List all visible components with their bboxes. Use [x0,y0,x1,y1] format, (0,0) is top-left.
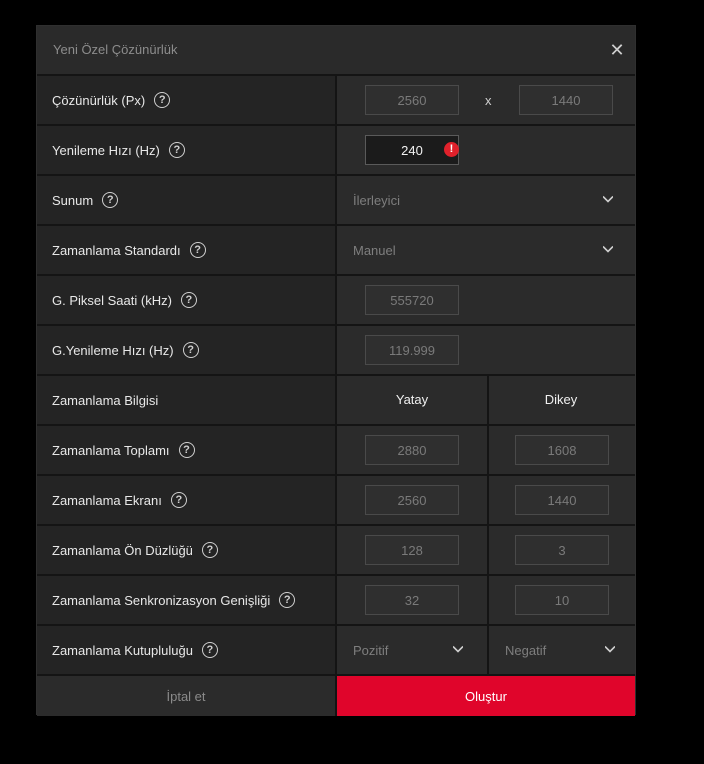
timing-sync-width-horizontal-input[interactable]: 32 [365,585,459,615]
row-timing-display: Zamanlama Ekranı ? 2560 1440 [37,474,635,524]
polarity-horizontal-dropdown[interactable]: Pozitif [337,626,487,674]
timing-front-porch-horizontal-input[interactable]: 128 [365,535,459,565]
dialog-title: Yeni Özel Çözünürlük [53,42,178,57]
refresh-rate-label: Yenileme Hızı (Hz) [52,142,160,158]
timing-display-vertical-input[interactable]: 1440 [515,485,609,515]
create-button[interactable]: Oluştur [337,676,635,716]
custom-resolution-dialog: Yeni Özel Çözünürlük ✕ Çözünürlük (Px) ?… [36,25,636,716]
timing-sync-width-label: Zamanlama Senkronizasyon Genişliği [52,592,271,608]
help-icon[interactable]: ? [170,492,187,508]
timing-display-label: Zamanlama Ekranı [52,492,162,508]
dialog-footer: İptal et Oluştur [37,674,635,716]
help-icon[interactable]: ? [178,442,195,458]
chevron-down-icon [603,195,613,203]
cancel-button[interactable]: İptal et [37,676,337,716]
row-presentation: Sunum ? İlerleyici [37,174,635,224]
row-timing-polarity: Zamanlama Kutupluluğu ? Pozitif Negatif [37,624,635,674]
timing-front-porch-vertical-input[interactable]: 3 [515,535,609,565]
polarity-horizontal-value: Pozitif [353,643,389,658]
help-icon[interactable]: ? [279,592,296,608]
presentation-label: Sunum [52,192,94,208]
pixel-clock-label: G. Piksel Saati (kHz) [52,292,172,308]
timing-standard-dropdown[interactable]: Manuel [337,226,635,274]
help-icon[interactable]: ? [180,292,197,308]
warning-icon: ! [444,142,459,157]
resolution-width-input[interactable]: 2560 [365,85,459,115]
timing-total-label: Zamanlama Toplamı [52,442,170,458]
help-icon[interactable]: ? [201,542,218,558]
row-g-refresh-rate: G.Yenileme Hızı (Hz) ? 119.999 [37,324,635,374]
timing-standard-value: Manuel [353,243,396,258]
close-icon[interactable]: ✕ [607,40,627,60]
timing-sync-width-vertical-input[interactable]: 10 [515,585,609,615]
help-icon[interactable]: ? [154,92,171,108]
g-refresh-rate-input[interactable]: 119.999 [365,335,459,365]
timing-total-horizontal-input[interactable]: 2880 [365,435,459,465]
pixel-clock-input[interactable]: 555720 [365,285,459,315]
refresh-rate-input[interactable]: 240 ! [365,135,459,165]
polarity-vertical-value: Negatif [505,643,547,658]
row-timing-info: Zamanlama Bilgisi Yatay Dikey [37,374,635,424]
row-timing-standard: Zamanlama Standardı ? Manuel [37,224,635,274]
resolution-label: Çözünürlük (Px) [52,92,146,108]
settings-table: Çözünürlük (Px) ? 2560 x 1440 Yenileme H… [37,74,635,674]
row-refresh-rate: Yenileme Hızı (Hz) ? 240 ! [37,124,635,174]
timing-polarity-label: Zamanlama Kutupluluğu [52,642,193,658]
help-icon[interactable]: ? [189,242,206,258]
column-header-horizontal: Yatay [395,392,429,407]
g-refresh-rate-label: G.Yenileme Hızı (Hz) [52,342,174,358]
chevron-down-icon [453,645,463,653]
help-icon[interactable]: ? [182,342,199,358]
row-timing-total: Zamanlama Toplamı ? 2880 1608 [37,424,635,474]
presentation-value: İlerleyici [353,193,400,208]
row-resolution: Çözünürlük (Px) ? 2560 x 1440 [37,74,635,124]
column-header-vertical: Dikey [544,392,578,407]
timing-total-vertical-input[interactable]: 1608 [515,435,609,465]
row-timing-front-porch: Zamanlama Ön Düzlüğü ? 128 3 [37,524,635,574]
help-icon[interactable]: ? [201,642,218,658]
resolution-separator: x [485,93,492,108]
timing-display-horizontal-input[interactable]: 2560 [365,485,459,515]
row-timing-sync-width: Zamanlama Senkronizasyon Genişliği ? 32 … [37,574,635,624]
help-icon[interactable]: ? [168,142,185,158]
resolution-height-input[interactable]: 1440 [519,85,613,115]
timing-standard-label: Zamanlama Standardı [52,242,181,258]
dialog-titlebar: Yeni Özel Çözünürlük ✕ [37,26,635,74]
chevron-down-icon [605,645,615,653]
row-pixel-clock: G. Piksel Saati (kHz) ? 555720 [37,274,635,324]
chevron-down-icon [603,245,613,253]
help-icon[interactable]: ? [102,192,119,208]
refresh-rate-value: 240 [401,142,423,158]
timing-info-label: Zamanlama Bilgisi [52,392,159,408]
presentation-dropdown[interactable]: İlerleyici [337,176,635,224]
polarity-vertical-dropdown[interactable]: Negatif [487,626,633,674]
timing-front-porch-label: Zamanlama Ön Düzlüğü [52,542,193,558]
